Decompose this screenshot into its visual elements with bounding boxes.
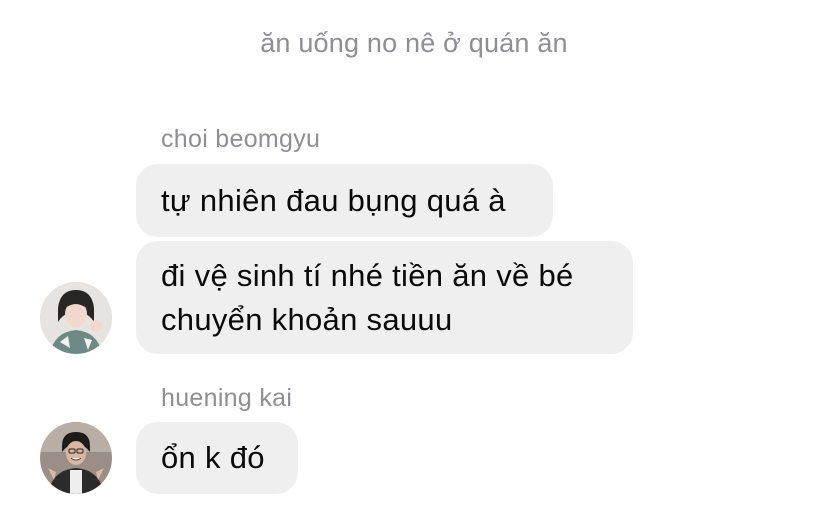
message-text: đi vệ sinh tí nhé tiền ăn về bé chuyển k… bbox=[161, 257, 574, 337]
sender-name: huening kai bbox=[161, 384, 293, 412]
avatar[interactable] bbox=[40, 282, 112, 354]
message-bubble[interactable]: tự nhiên đau bụng quá à bbox=[136, 164, 553, 237]
system-note: ăn uống no nê ở quán ăn bbox=[260, 28, 568, 58]
person-avatar-icon bbox=[40, 282, 112, 354]
message-bubble[interactable]: ổn k đó bbox=[136, 422, 298, 494]
sender-name: choi beomgyu bbox=[161, 125, 321, 153]
chat-thread: ăn uống no nê ở quán ăn choi beomgyu tự … bbox=[0, 0, 828, 515]
person-avatar-icon bbox=[40, 422, 112, 494]
message-bubble[interactable]: đi vệ sinh tí nhé tiền ăn về bé chuyển k… bbox=[136, 241, 633, 354]
message-text: tự nhiên đau bụng quá à bbox=[161, 182, 506, 218]
avatar[interactable] bbox=[40, 422, 112, 494]
message-text: ổn k đó bbox=[161, 440, 265, 475]
